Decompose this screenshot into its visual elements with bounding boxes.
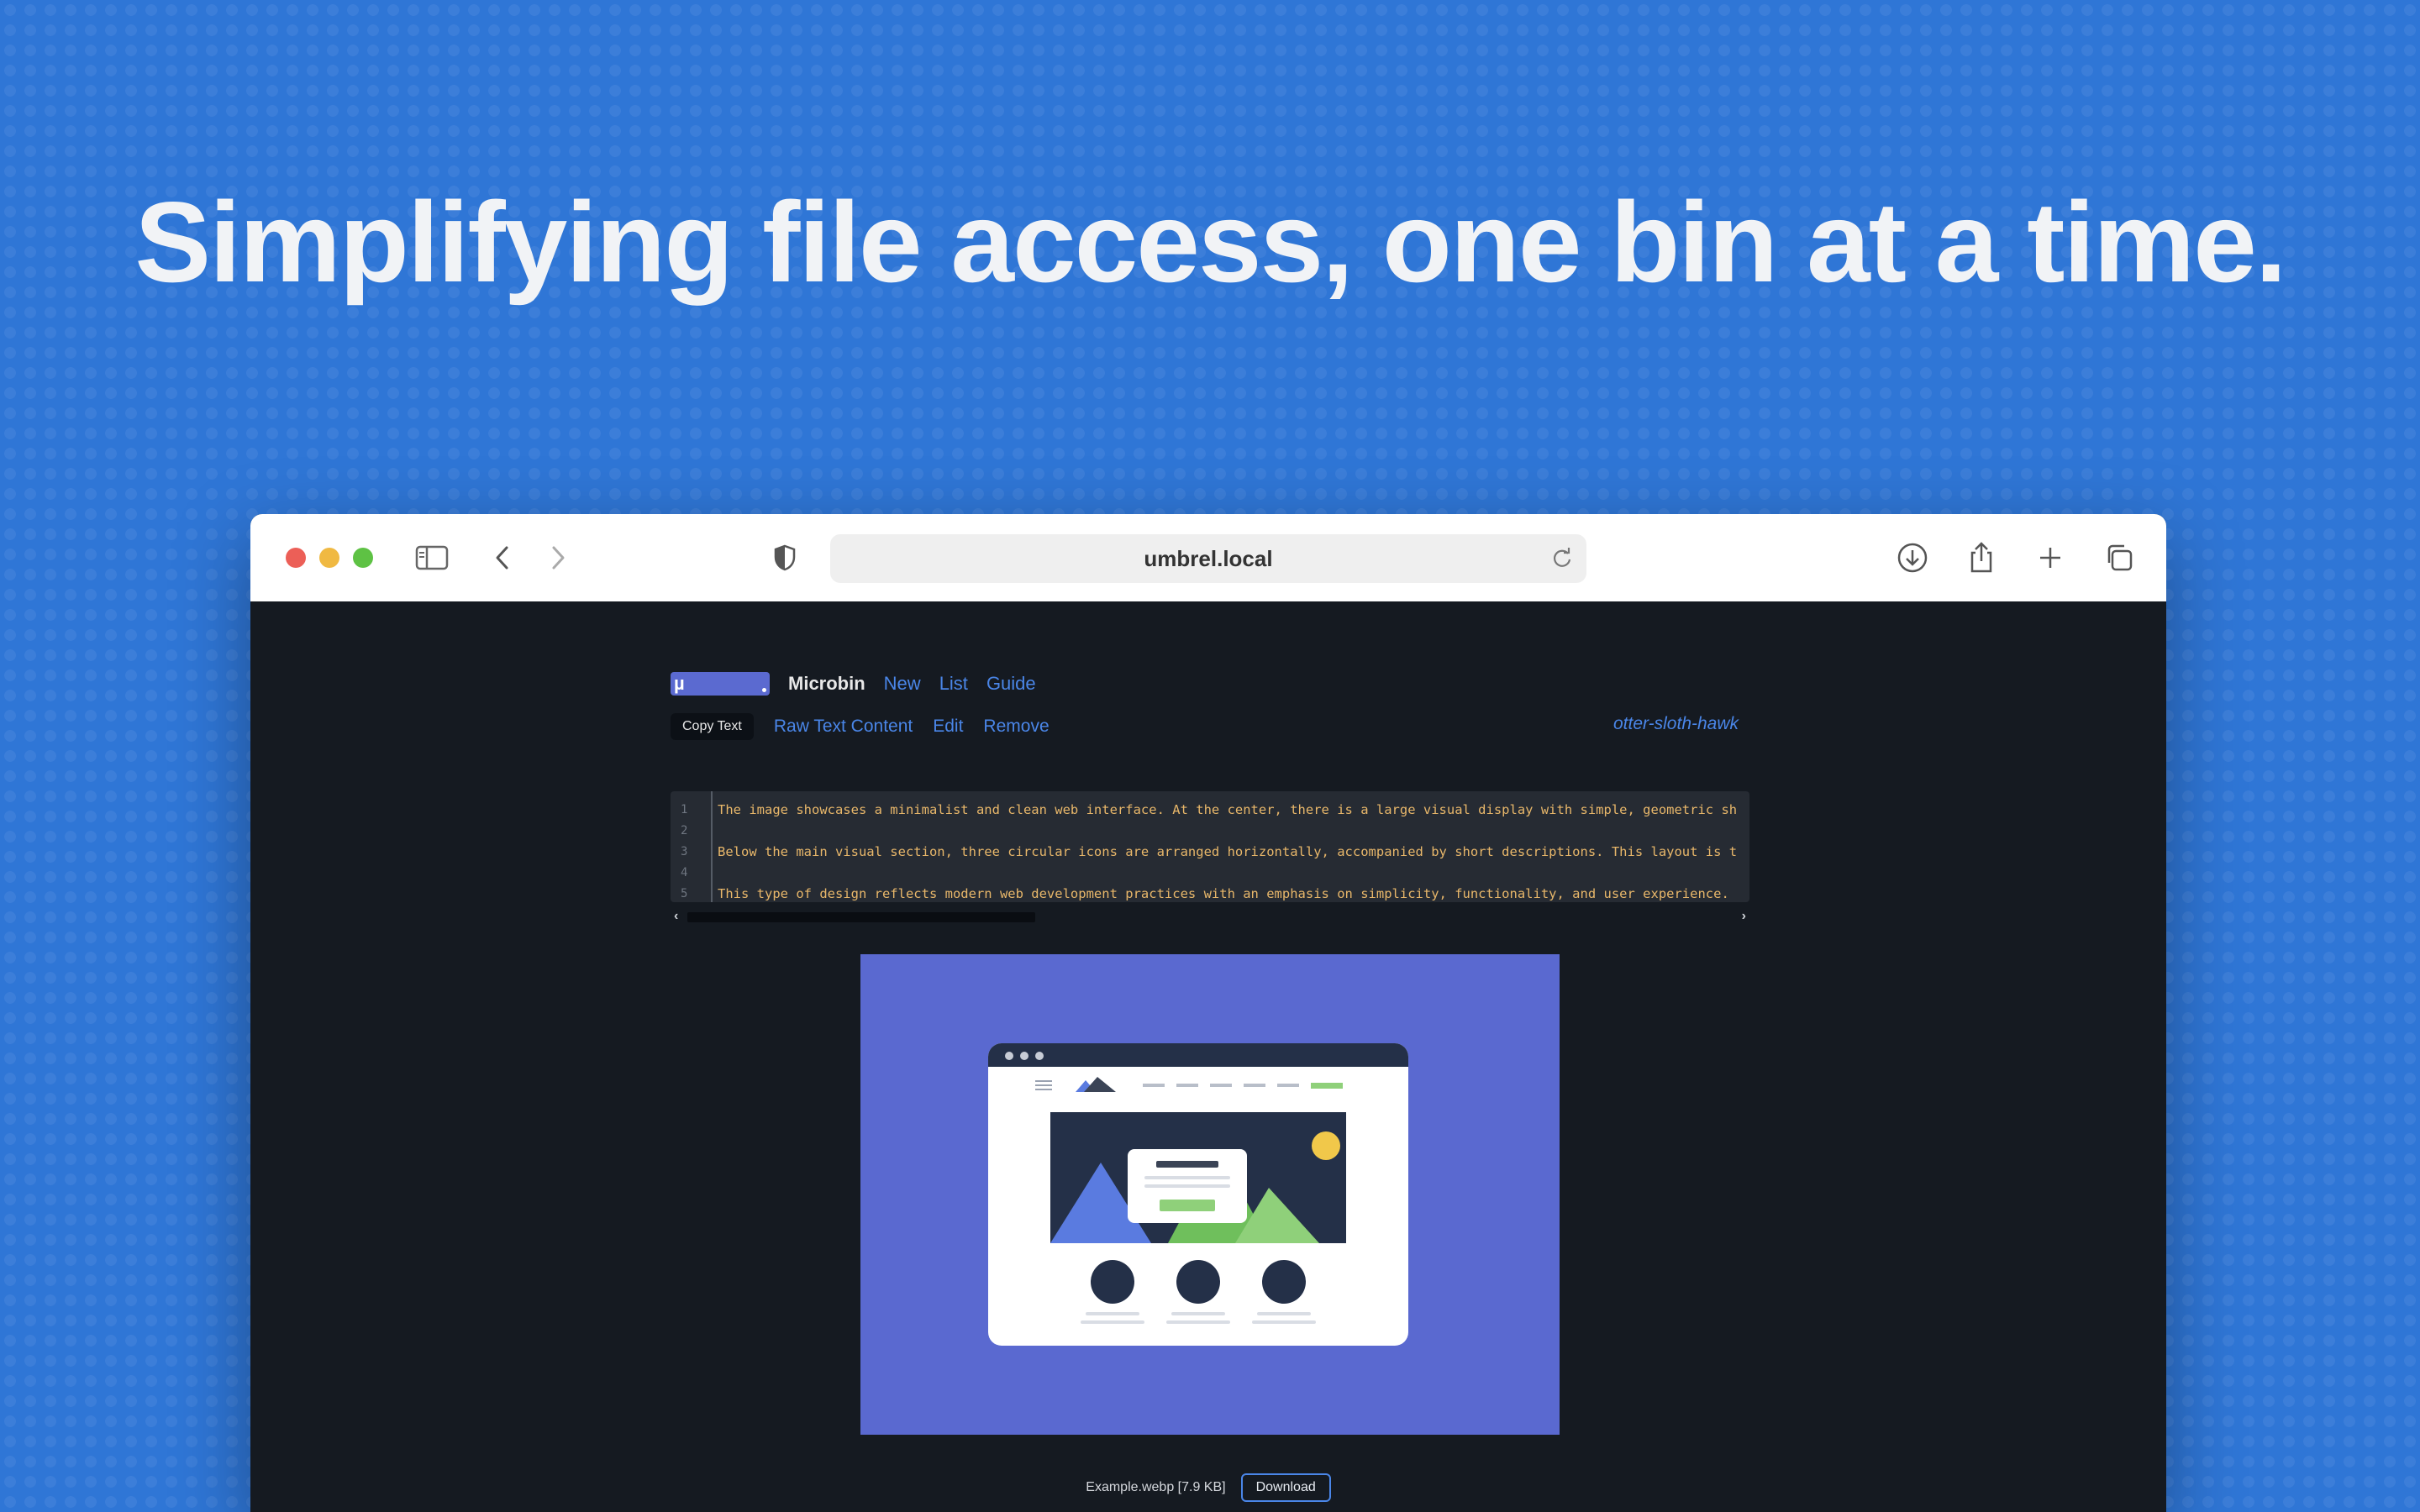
page-headline: Simplifying file access, one bin at a ti… <box>134 178 2286 306</box>
download-icon[interactable] <box>1894 539 1931 576</box>
download-button[interactable]: Download <box>1240 1473 1331 1502</box>
code-line: This type of design reflects modern web … <box>718 886 1729 901</box>
paste-actions: Copy Text Raw Text Content Edit Remove <box>671 713 1050 740</box>
line-number-gutter: 1 2 3 4 5 <box>671 791 713 902</box>
line-number: 2 <box>681 824 688 837</box>
scrollbar-thumb[interactable] <box>687 912 1035 922</box>
scroll-left-icon[interactable]: ‹ <box>674 909 678 924</box>
code-viewer[interactable]: 1 2 3 4 5 The image showcases a minimali… <box>671 791 1749 902</box>
minimize-window-button[interactable] <box>319 548 339 568</box>
address-bar[interactable]: umbrel.local <box>830 534 1586 583</box>
code-line: Below the main visual section, three cir… <box>718 844 1738 859</box>
nav-guide[interactable]: Guide <box>986 673 1036 695</box>
share-icon[interactable] <box>1963 539 2000 576</box>
horizontal-scrollbar[interactable]: ‹ › <box>671 909 1749 924</box>
copy-text-button[interactable]: Copy Text <box>671 713 754 740</box>
line-number: 1 <box>681 803 688 816</box>
file-name-size: Example.webp [7.9 KB] <box>1086 1480 1226 1494</box>
image-preview <box>860 954 1560 1435</box>
mock-hero <box>1050 1112 1346 1243</box>
website-illustration <box>988 1043 1408 1346</box>
microbin-page: µ Microbin New List Guide Copy Text Raw … <box>250 601 2166 1512</box>
edit-link[interactable]: Edit <box>933 717 963 737</box>
microbin-logo[interactable]: µ <box>671 672 770 696</box>
shield-icon[interactable] <box>766 539 803 576</box>
reload-icon[interactable] <box>1549 546 1575 571</box>
back-icon[interactable] <box>484 539 521 576</box>
nav-list[interactable]: List <box>939 673 968 695</box>
code-line: The image showcases a minimalist and cle… <box>718 802 1738 817</box>
maximize-window-button[interactable] <box>353 548 373 568</box>
file-info: Example.webp [7.9 KB] Download <box>250 1473 2166 1502</box>
paste-slug[interactable]: otter-sloth-hawk <box>1613 714 1739 734</box>
raw-text-link[interactable]: Raw Text Content <box>774 717 913 737</box>
mock-feature-icon <box>1176 1260 1220 1304</box>
url-text: umbrel.local <box>1144 545 1273 571</box>
scroll-right-icon[interactable]: › <box>1742 909 1746 924</box>
line-number: 3 <box>681 845 688 858</box>
close-window-button[interactable] <box>286 548 306 568</box>
mock-feature-icon <box>1262 1260 1306 1304</box>
remove-link[interactable]: Remove <box>983 717 1049 737</box>
browser-window: umbrel.local µ Microbin New List Guide C… <box>250 514 2166 1512</box>
sidebar-icon[interactable] <box>413 539 450 576</box>
mock-card <box>1128 1149 1247 1223</box>
mock-titlebar <box>988 1043 1408 1067</box>
line-number: 5 <box>681 887 688 900</box>
app-nav: µ Microbin New List Guide <box>671 670 1036 697</box>
nav-new[interactable]: New <box>884 673 921 695</box>
new-tab-icon[interactable] <box>2032 539 2069 576</box>
mock-navbar <box>1035 1077 1343 1092</box>
line-number: 4 <box>681 866 688 879</box>
tabs-overview-icon[interactable] <box>2101 539 2138 576</box>
app-name[interactable]: Microbin <box>788 673 865 695</box>
browser-toolbar: umbrel.local <box>250 514 2166 602</box>
mock-feature-icon <box>1091 1260 1134 1304</box>
forward-icon[interactable] <box>539 539 576 576</box>
